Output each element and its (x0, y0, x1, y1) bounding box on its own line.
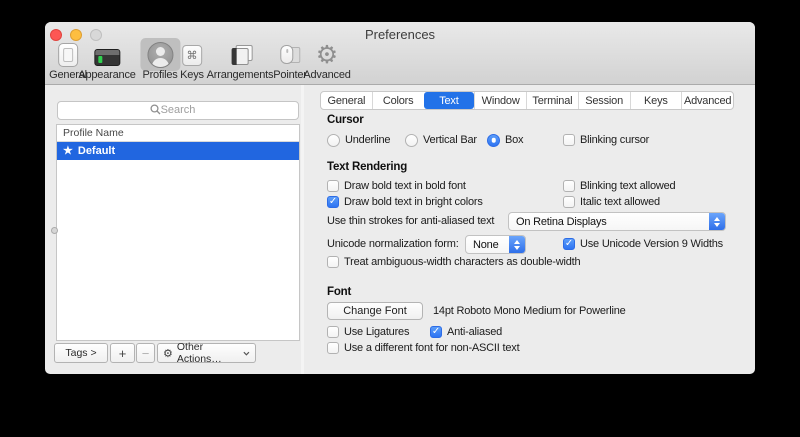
actions-gear-icon: ⚙ (163, 347, 173, 360)
blinking-cursor-checkbox[interactable] (563, 134, 575, 146)
chevron-down-icon (243, 351, 250, 356)
bold-font-option[interactable]: Draw bold text in bold font (327, 179, 466, 193)
non-ascii-font-option[interactable]: Use a different font for non-ASCII text (327, 341, 519, 355)
non-ascii-font-checkbox[interactable] (327, 342, 339, 354)
toolbar-item-pointer[interactable]: Pointer (273, 41, 306, 81)
profile-list: Profile Name ★ Default (56, 124, 300, 341)
bold-font-checkbox[interactable] (327, 180, 339, 192)
change-font-button[interactable]: Change Font (327, 302, 423, 320)
remove-profile-button: − (136, 343, 155, 363)
preferences-window: Preferences General Appearance Profiles … (45, 22, 755, 374)
radio-underline[interactable]: Underline (327, 133, 390, 147)
blinking-text-option[interactable]: Blinking text allowed (563, 179, 675, 193)
italic-text-checkbox[interactable] (563, 196, 575, 208)
other-actions-dropdown[interactable]: ⚙ Other Actions… (157, 343, 256, 363)
toolbar-item-arrangements[interactable]: Arrangements (207, 41, 274, 81)
profile-row-default[interactable]: ★ Default (57, 142, 299, 160)
vertical-bar-radio[interactable] (405, 134, 418, 147)
unicode-normalization-dropdown[interactable]: None (465, 235, 526, 254)
blinking-text-checkbox[interactable] (563, 180, 575, 192)
other-actions-label: Other Actions… (177, 341, 239, 365)
profile-list-header: Profile Name (57, 125, 299, 142)
bright-colors-option[interactable]: Draw bold text in bright colors (327, 195, 483, 209)
pointer-icon (277, 45, 302, 65)
search-input[interactable] (57, 101, 299, 120)
profile-tabs: General Colors Text Window Terminal Sess… (320, 91, 734, 110)
profile-name: Default (78, 142, 115, 160)
bright-colors-checkbox[interactable] (327, 196, 339, 208)
font-heading: Font (327, 286, 351, 298)
arrangements-icon (226, 45, 253, 66)
radio-box[interactable]: Box (487, 133, 523, 147)
dropdown-arrows-icon (709, 213, 725, 230)
ambiguous-width-option[interactable]: Treat ambiguous-width characters as doub… (327, 255, 580, 269)
tab-keys[interactable]: Keys (630, 92, 682, 109)
toolbar-item-keys[interactable]: ⌘ Keys (180, 41, 204, 81)
blinking-cursor-option[interactable]: Blinking cursor (563, 133, 649, 147)
unicode9-option[interactable]: Use Unicode Version 9 Widths (563, 237, 723, 251)
unicode-normalization-label: Unicode normalization form: (327, 238, 459, 250)
appearance-icon (94, 49, 120, 66)
tab-terminal[interactable]: Terminal (526, 92, 578, 109)
pane-divider (301, 85, 304, 374)
italic-text-option[interactable]: Italic text allowed (563, 195, 660, 209)
toolbar-item-advanced[interactable]: ⚙ Advanced (303, 41, 350, 81)
antialiased-option[interactable]: Anti-aliased (430, 325, 502, 339)
command-key-icon: ⌘ (182, 45, 202, 66)
titlebar-toolbar: Preferences General Appearance Profiles … (45, 22, 755, 85)
dropdown-arrows-icon (509, 236, 525, 253)
gear-icon: ⚙ (316, 42, 338, 68)
tab-session[interactable]: Session (578, 92, 630, 109)
tab-text[interactable]: Text (424, 92, 475, 109)
thin-strokes-label: Use thin strokes for anti-aliased text (327, 215, 494, 227)
toolbar-item-profiles[interactable]: Profiles (142, 41, 177, 81)
box-radio[interactable] (487, 134, 500, 147)
general-icon (58, 43, 78, 67)
thin-strokes-dropdown[interactable]: On Retina Displays (508, 212, 726, 231)
tab-window[interactable]: Window (474, 92, 526, 109)
add-profile-button[interactable]: + (110, 343, 135, 363)
ligatures-checkbox[interactable] (327, 326, 339, 338)
splitter-handle[interactable] (51, 227, 58, 234)
underline-radio[interactable] (327, 134, 340, 147)
screen: Preferences General Appearance Profiles … (0, 0, 800, 437)
tags-button[interactable]: Tags > (54, 343, 108, 363)
text-rendering-heading: Text Rendering (327, 161, 407, 173)
radio-vertical-bar[interactable]: Vertical Bar (405, 133, 477, 147)
ambiguous-width-checkbox[interactable] (327, 256, 339, 268)
tab-general[interactable]: General (321, 92, 372, 109)
tab-colors[interactable]: Colors (372, 92, 424, 109)
antialiased-checkbox[interactable] (430, 326, 442, 338)
tab-advanced[interactable]: Advanced (681, 92, 733, 109)
current-font-description: 14pt Roboto Mono Medium for Powerline (433, 305, 626, 317)
profile-search (57, 100, 299, 119)
ligatures-option[interactable]: Use Ligatures (327, 325, 409, 339)
unicode9-checkbox[interactable] (563, 238, 575, 250)
toolbar-item-appearance[interactable]: Appearance (78, 41, 135, 81)
profiles-icon (147, 42, 173, 68)
default-star-icon: ★ (63, 142, 73, 160)
cursor-heading: Cursor (327, 114, 364, 126)
